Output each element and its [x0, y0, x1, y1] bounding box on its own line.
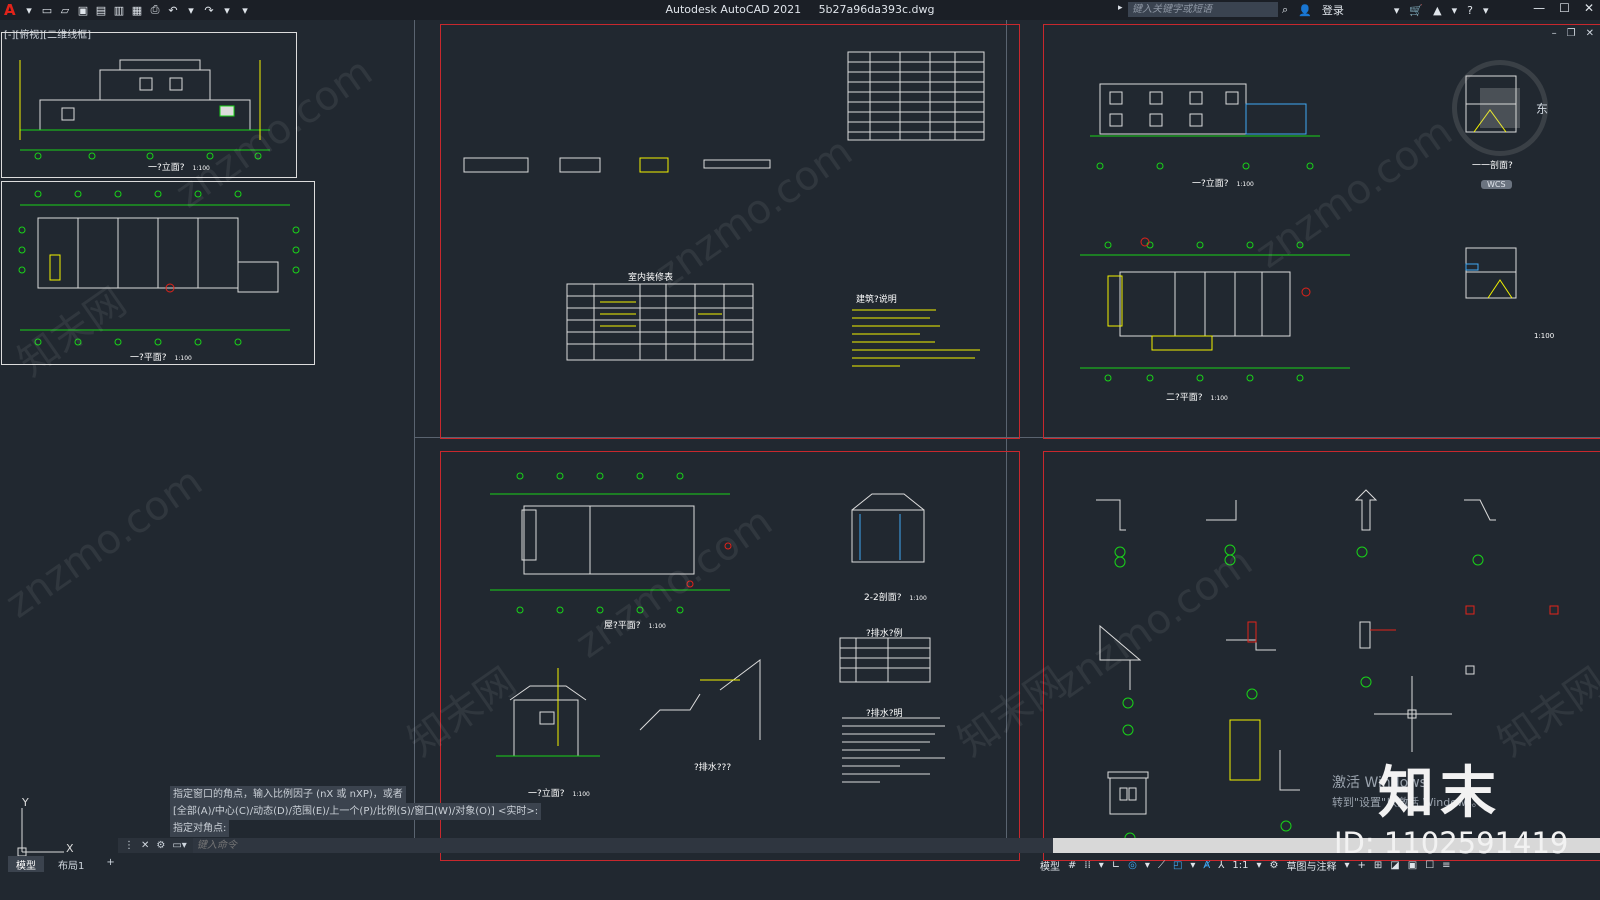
hardware-acceleration-icon[interactable]: ▣ [1408, 860, 1417, 871]
ortho-icon[interactable]: ∟ [1112, 860, 1120, 871]
command-history-line: 指定对角点: [170, 820, 230, 837]
status-bar: 模型 # ⁞⁞ ▾ ∟ ◎ ▾ ⟋ ◰ ▾ Ⱥ ⅄ 1:1 ▾ ⚙ 草图与注释 … [1040, 858, 1451, 873]
command-line-customize-icon[interactable]: ⚙ [156, 840, 165, 851]
caption-architectural-notes: 建筑?说明 [856, 295, 897, 305]
units-icon[interactable]: ⊞ [1374, 860, 1382, 871]
compass-east-label[interactable]: 东 [1536, 100, 1548, 117]
workspace-gear-icon[interactable]: ⚙ [1270, 860, 1279, 871]
polar-tracking-icon[interactable]: ◎ [1128, 860, 1137, 871]
clean-screen-icon[interactable]: ☐ [1425, 860, 1434, 871]
tab-model[interactable]: 模型 [8, 856, 44, 872]
brand-watermark: 知末 [1378, 761, 1502, 826]
autoscale-icon[interactable]: ⅄ [1218, 860, 1224, 871]
ucs-axes-icon [17, 808, 64, 857]
caption-decoration-table: 室内装修表 [628, 273, 674, 283]
command-history-line: 指定窗口的角点，输入比例因子 (nX 或 nXP)，或者 [170, 786, 406, 803]
viewcube-icon[interactable] [1480, 88, 1520, 128]
brand-id-label: ID: 1102591419 [1334, 826, 1569, 860]
caption-plumbing-detail: ?排水??? [694, 763, 732, 773]
grid-icon[interactable]: # [1068, 860, 1076, 871]
model-space-button[interactable]: 模型 [1040, 858, 1060, 873]
annotation-scale[interactable]: 1:1 [1232, 860, 1248, 871]
annotation-scale-dropdown-icon[interactable]: ▾ [1256, 860, 1261, 871]
caption-section-2-scale: 1:100 [1534, 332, 1555, 340]
isolate-objects-icon[interactable]: ◪ [1390, 860, 1399, 871]
caption-plan-2: 二?平面? 1:100 [1166, 393, 1228, 403]
command-line-tools: ⋮ ✕ ⚙ ▭▾ [118, 838, 193, 853]
caption-roof-plan: 屋?平面? 1:100 [604, 621, 666, 631]
osnap-dropdown-icon[interactable]: ▾ [1190, 860, 1195, 871]
add-icon[interactable]: + [1358, 860, 1366, 871]
caption-plumbing-notes: ?排水?明 [866, 709, 903, 719]
polar-dropdown-icon[interactable]: ▾ [1145, 860, 1150, 871]
tab-layout1[interactable]: 布局1 [50, 856, 92, 872]
command-input[interactable] [192, 838, 1053, 853]
caption-section-1: 一一剖面? [1472, 161, 1513, 171]
layout-tabs: 模型 布局1 + [0, 856, 123, 872]
command-history: 指定窗口的角点，输入比例因子 (nX 或 nXP)，或者 [全部(A)/中心(C… [170, 786, 542, 837]
ucs-y-label: Y [22, 796, 29, 809]
caption-section-2-2: 2-2剖面? 1:100 [864, 593, 927, 603]
add-layout-icon[interactable]: + [98, 856, 122, 872]
isometric-icon[interactable]: ⟋ [1158, 860, 1165, 871]
workspace-switch[interactable]: 草图与注释 [1286, 858, 1336, 873]
customization-icon[interactable]: ≡ [1442, 860, 1450, 871]
ucs-x-label: X [66, 842, 74, 855]
workspace-dropdown-icon[interactable]: ▾ [1344, 860, 1349, 871]
command-line-close-icon[interactable]: ✕ [141, 840, 149, 851]
caption-plumbing-legend: ?排水?例 [866, 629, 903, 639]
command-line-grip-icon[interactable]: ⋮ [124, 840, 134, 851]
snap-icon[interactable]: ⁞⁞ [1084, 860, 1090, 871]
wcs-menu-button[interactable]: WCS [1481, 180, 1512, 189]
caption-elevation-1: 一?立面? 1:100 [148, 163, 210, 173]
caption-elevation-2: 一?立面? 1:100 [1192, 179, 1254, 189]
recent-commands-icon[interactable]: ▭▾ [172, 840, 186, 851]
caption-plan-1: 一?平面? 1:100 [130, 353, 192, 363]
snap-dropdown-icon[interactable]: ▾ [1099, 860, 1104, 871]
annotation-visibility-icon[interactable]: Ⱥ [1203, 860, 1210, 871]
object-snap-icon[interactable]: ◰ [1173, 860, 1182, 871]
command-history-line: [全部(A)/中心(C)/动态(D)/范围(E)/上一个(P)/比例(S)/窗口… [170, 803, 542, 820]
